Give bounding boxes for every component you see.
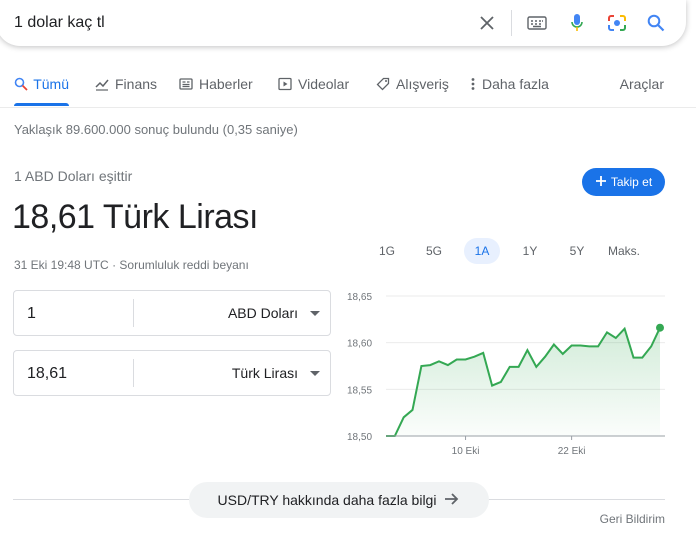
follow-label: Takip et	[610, 175, 653, 189]
range-max[interactable]: Maks.	[604, 238, 644, 264]
result-stats: Yaklaşık 89.600.000 sonuç bulundu (0,35 …	[14, 122, 298, 137]
tab-label: Videolar	[298, 76, 350, 92]
finance-icon	[94, 76, 110, 92]
search-tabs: Tümü Finans Haberler Videolar Alışveriş …	[0, 70, 696, 108]
camera-icon[interactable]	[607, 13, 627, 33]
chart-area	[386, 327, 660, 436]
search-icon	[14, 76, 28, 92]
divider	[133, 359, 134, 387]
video-icon	[277, 76, 293, 92]
tab-label: Daha fazla	[482, 76, 549, 92]
from-currency-select[interactable]: ABD Doları	[228, 305, 298, 321]
range-5y[interactable]: 5Y	[562, 238, 592, 264]
microphone-icon[interactable]	[567, 13, 587, 33]
separator: ·	[112, 258, 117, 272]
chart-current-point	[656, 323, 664, 332]
x-tick-label: 22 Eki	[558, 446, 586, 457]
tab-label: Alışveriş	[396, 76, 449, 92]
to-currency-select[interactable]: Türk Lirası	[232, 365, 298, 381]
tab-label: Tümü	[33, 76, 69, 92]
tab-label: Haberler	[199, 76, 253, 92]
y-tick-label: 18,65	[347, 292, 372, 303]
search-input[interactable]: 1 dolar kaç tl	[14, 14, 105, 32]
timestamp-line: 31 Eki 19:48 UTC · Sorumluluk reddi beya…	[14, 258, 249, 272]
y-tick-label: 18,60	[347, 339, 372, 350]
search-icon[interactable]	[646, 13, 666, 33]
exchange-rate-chart[interactable]: 18,65 18,60 18,55 18,50 10 Eki 22 Eki	[340, 284, 680, 460]
tab-label: Finans	[115, 76, 158, 92]
tools-button[interactable]: Araçlar	[620, 76, 664, 92]
tab-news[interactable]: Haberler	[178, 76, 253, 106]
tab-shopping[interactable]: Alışveriş	[375, 76, 449, 106]
y-tick-label: 18,55	[347, 385, 372, 396]
divider	[133, 299, 134, 327]
range-1m[interactable]: 1A	[464, 238, 500, 264]
chart-y-axis: 18,65 18,60 18,55 18,50	[347, 292, 372, 443]
keyboard-icon[interactable]	[527, 13, 547, 33]
equals-label: 1 ABD Doları eşittir	[14, 168, 133, 184]
chart-x-axis: 10 Eki 22 Eki	[452, 436, 586, 457]
from-amount-input[interactable]: 1	[27, 305, 36, 323]
more-info-button[interactable]: USD/TRY hakkında daha fazla bilgi	[189, 482, 489, 518]
tag-icon	[375, 76, 391, 92]
tab-finance[interactable]: Finans	[94, 76, 157, 106]
disclaimer-link[interactable]: Sorumluluk reddi beyanı	[119, 258, 248, 272]
divider	[511, 10, 512, 36]
follow-button[interactable]: Takip et	[582, 168, 665, 196]
plus-icon	[595, 175, 607, 190]
feedback-link[interactable]: Geri Bildirim	[600, 512, 665, 526]
conversion-result: 18,61 Türk Lirası	[12, 198, 259, 236]
from-currency-box: 1 ABD Doları	[13, 290, 331, 336]
tab-videos[interactable]: Videolar	[277, 76, 349, 106]
dropdown-arrow-icon[interactable]	[310, 311, 320, 316]
to-currency-box: 18,61 Türk Lirası	[13, 350, 331, 396]
range-selector: 1G 5G 1A 1Y 5Y Maks.	[366, 238, 676, 264]
dropdown-arrow-icon[interactable]	[310, 371, 320, 376]
range-1y[interactable]: 1Y	[515, 238, 545, 264]
more-vert-icon	[469, 76, 477, 92]
clear-icon[interactable]	[477, 13, 497, 33]
tab-more[interactable]: Daha fazla	[469, 76, 549, 106]
range-1d[interactable]: 1G	[372, 238, 402, 264]
x-tick-label: 10 Eki	[452, 446, 480, 457]
range-5d[interactable]: 5G	[419, 238, 449, 264]
arrow-right-icon	[444, 492, 460, 509]
y-tick-label: 18,50	[347, 432, 372, 443]
to-amount-input[interactable]: 18,61	[27, 365, 67, 383]
timestamp: 31 Eki 19:48 UTC	[14, 258, 109, 272]
news-icon	[178, 76, 194, 92]
search-bar: 1 dolar kaç tl	[0, 0, 686, 46]
tab-all[interactable]: Tümü	[14, 76, 69, 106]
more-info-label: USD/TRY hakkında daha fazla bilgi	[217, 492, 437, 508]
